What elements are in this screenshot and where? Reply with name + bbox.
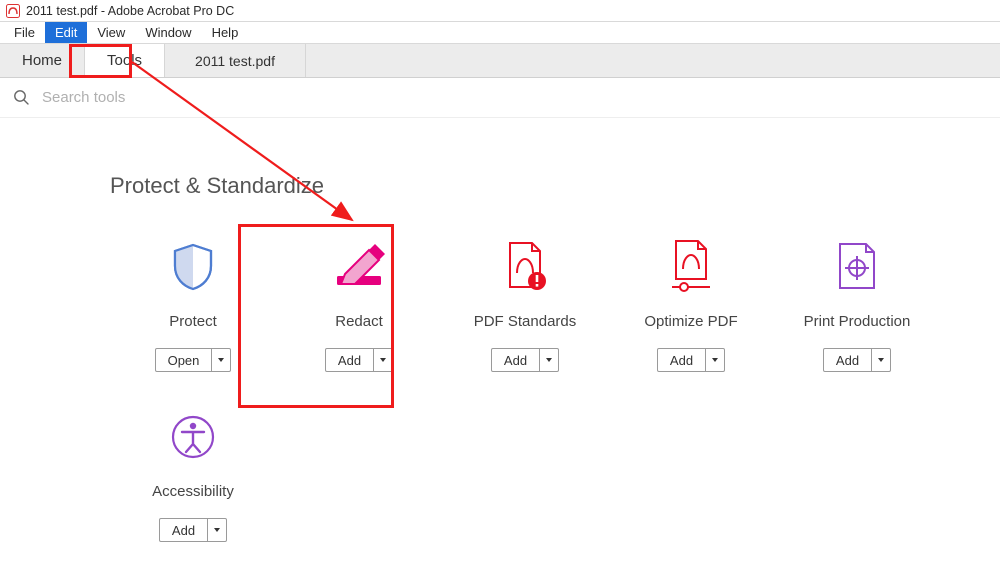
tool-label: Optimize PDF — [644, 313, 737, 330]
redact-button-label[interactable]: Add — [326, 349, 374, 371]
tool-grid: Protect Open Redact Add — [110, 227, 950, 567]
search-input[interactable] — [40, 88, 340, 107]
print-production-button[interactable]: Add — [823, 348, 891, 372]
shield-icon — [165, 239, 221, 295]
print-production-button-dropdown[interactable] — [872, 349, 890, 371]
menu-bar: File Edit View Window Help — [0, 22, 1000, 44]
tool-label: Accessibility — [152, 483, 234, 500]
chevron-down-icon — [380, 358, 386, 362]
menu-file[interactable]: File — [4, 22, 45, 43]
tool-print-production: Print Production Add — [774, 227, 940, 397]
menu-edit[interactable]: Edit — [45, 22, 87, 43]
menu-view[interactable]: View — [87, 22, 135, 43]
print-production-icon — [829, 239, 885, 295]
tab-bar: Home Tools 2011 test.pdf — [0, 44, 1000, 78]
tool-pdf-standards: PDF Standards Add — [442, 227, 608, 397]
tool-redact: Redact Add — [276, 227, 442, 397]
menu-window[interactable]: Window — [135, 22, 201, 43]
acrobat-icon — [6, 4, 20, 18]
pdf-standards-button-dropdown[interactable] — [540, 349, 558, 371]
tool-label: Protect — [169, 313, 217, 330]
redact-icon — [331, 239, 387, 295]
pdf-standards-icon — [497, 239, 553, 295]
title-bar: 2011 test.pdf - Adobe Acrobat Pro DC — [0, 0, 1000, 22]
print-production-button-label[interactable]: Add — [824, 349, 872, 371]
tool-label: Redact — [335, 313, 383, 330]
chevron-down-icon — [712, 358, 718, 362]
accessibility-button[interactable]: Add — [159, 518, 227, 542]
accessibility-button-label[interactable]: Add — [160, 519, 208, 541]
optimize-pdf-icon — [663, 239, 719, 295]
accessibility-button-dropdown[interactable] — [208, 519, 226, 541]
accessibility-icon — [165, 409, 221, 465]
search-icon — [12, 89, 30, 107]
search-bar — [0, 78, 1000, 118]
optimize-pdf-button-label[interactable]: Add — [658, 349, 706, 371]
section-title: Protect & Standardize — [110, 173, 950, 199]
tool-accessibility: Accessibility Add — [110, 397, 276, 567]
protect-button[interactable]: Open — [155, 348, 232, 372]
window-title: 2011 test.pdf - Adobe Acrobat Pro DC — [26, 4, 234, 18]
pdf-standards-button[interactable]: Add — [491, 348, 559, 372]
chevron-down-icon — [214, 528, 220, 532]
tab-document[interactable]: 2011 test.pdf — [165, 44, 306, 77]
redact-button[interactable]: Add — [325, 348, 393, 372]
protect-button-label[interactable]: Open — [156, 349, 213, 371]
main-content: Protect & Standardize Protect Open — [0, 118, 1000, 587]
tab-home[interactable]: Home — [0, 44, 85, 77]
protect-button-dropdown[interactable] — [212, 349, 230, 371]
chevron-down-icon — [878, 358, 884, 362]
chevron-down-icon — [546, 358, 552, 362]
pdf-standards-button-label[interactable]: Add — [492, 349, 540, 371]
tool-optimize-pdf: Optimize PDF Add — [608, 227, 774, 397]
tool-protect: Protect Open — [110, 227, 276, 397]
tool-label: Print Production — [804, 313, 911, 330]
tool-label: PDF Standards — [474, 313, 577, 330]
tab-tools[interactable]: Tools — [85, 44, 165, 77]
chevron-down-icon — [218, 358, 224, 362]
optimize-pdf-button-dropdown[interactable] — [706, 349, 724, 371]
redact-button-dropdown[interactable] — [374, 349, 392, 371]
menu-help[interactable]: Help — [202, 22, 249, 43]
optimize-pdf-button[interactable]: Add — [657, 348, 725, 372]
